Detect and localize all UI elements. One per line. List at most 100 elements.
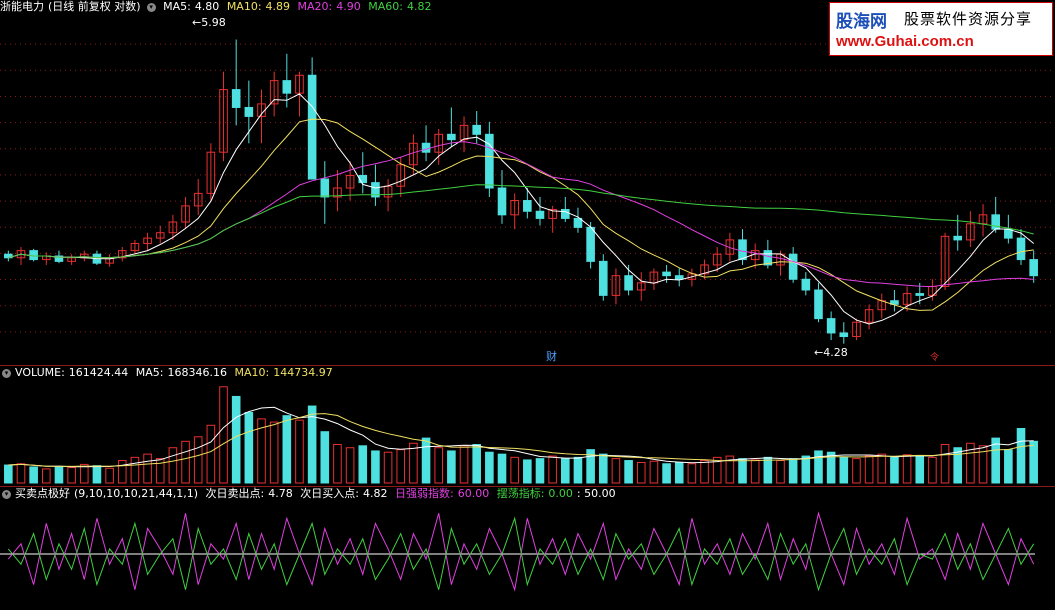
strength-value: 60.00	[457, 487, 490, 500]
oscillator-panel[interactable]: ▾ 买卖点极好 (9,10,10,10,21,44,1,1) 次日卖出点: 4.78 …	[0, 486, 1055, 610]
volume-bar	[67, 467, 76, 484]
volume-bar	[421, 437, 431, 484]
volume-bar	[573, 456, 583, 484]
volume-bar	[902, 454, 912, 484]
low-price-label: ←4.28	[814, 346, 848, 359]
volume-bar	[447, 450, 456, 484]
volume-legend: ▾ VOLUME: 161424.44 MA5: 168346.16 MA10: 144…	[0, 366, 337, 380]
indicator-name: 买卖点极好	[15, 487, 70, 500]
volume-bar	[662, 463, 671, 484]
volume-bar	[497, 453, 507, 484]
volume-bar	[396, 449, 406, 484]
circle-chevron-icon[interactable]: ▾	[2, 368, 11, 378]
volume-bar	[890, 456, 899, 484]
volume-bar	[1016, 427, 1026, 484]
high-price-label: ←5.98	[192, 16, 226, 29]
volume-bar	[928, 456, 937, 484]
volume-bar	[244, 411, 254, 484]
watermark-slogan: 股票软件资源分享	[904, 10, 1033, 28]
volume-bar	[687, 463, 697, 484]
candle-body	[915, 293, 925, 296]
volume-bar	[168, 447, 178, 484]
candle-body	[320, 178, 330, 198]
volume-bar	[839, 456, 849, 484]
watermark-url: www.Guhai.com.cn	[836, 33, 974, 50]
watermark-logo: 股海网 股票软件资源分享 www.Guhai.com.cn	[829, 2, 1053, 56]
volume-bar	[345, 447, 355, 484]
high-arrow-icon: ←	[192, 16, 202, 29]
oscillator-chart[interactable]	[0, 487, 1055, 610]
ma10-value: 4.89	[265, 0, 291, 13]
volume-bar	[320, 431, 330, 484]
volume-bar	[333, 444, 342, 484]
volume-bar	[181, 440, 190, 484]
volume-bar	[852, 458, 861, 484]
price-panel[interactable]: 浙能电力 (日线 前复权 对数) ▾ MA5: 4.80 MA10: 4.89 MA20…	[0, 0, 1055, 365]
circle-chevron-icon[interactable]: ▾	[2, 489, 11, 499]
ma10-label: MA10:	[226, 0, 262, 13]
event-marker-cai[interactable]: 财	[546, 348, 557, 364]
volume-bar	[636, 461, 646, 484]
candle-body	[421, 142, 431, 153]
volume-bar	[1029, 440, 1038, 484]
volume-bar	[105, 467, 114, 484]
candle-body	[826, 318, 836, 334]
low-arrow-icon: ←	[814, 346, 824, 359]
candle-body	[472, 124, 481, 135]
volume-bar	[738, 458, 747, 484]
volume-bar	[371, 450, 380, 484]
volume-bar	[92, 465, 102, 484]
ma20-line	[8, 141, 1034, 288]
volume-ma10-label: MA10:	[234, 366, 270, 379]
circle-chevron-icon[interactable]: ▾	[146, 2, 156, 12]
buy-value: 4.82	[362, 487, 388, 500]
volume-bar	[700, 460, 709, 484]
buy-label: 次日买入点:	[300, 487, 359, 500]
volume-ma5-line	[8, 406, 1034, 468]
volume-ma5-label: MA5:	[135, 366, 164, 379]
volume-bar	[624, 460, 633, 484]
candle-body	[29, 250, 38, 261]
volume-bar	[510, 456, 519, 484]
candle-body	[244, 106, 254, 117]
volume-bar	[219, 386, 228, 484]
event-marker-bottom[interactable]: 令	[930, 350, 939, 363]
candle-body	[801, 278, 811, 291]
volume-bar	[472, 444, 481, 484]
volume-bar	[206, 424, 216, 484]
candle-body	[573, 217, 583, 228]
volume-bar	[29, 466, 38, 484]
volume-chart[interactable]	[0, 366, 1055, 487]
strength-label: 日强弱指数:	[394, 487, 454, 500]
volume-bar	[535, 458, 545, 484]
oscillator-legend: ▾ 买卖点极好 (9,10,10,10,21,44,1,1) 次日卖出点: 4.78 …	[0, 487, 620, 501]
ma5-line	[8, 93, 1035, 325]
indicator-params: (9,10,10,10,21,44,1,1)	[74, 487, 199, 500]
candle-body	[814, 289, 823, 320]
price-legend: 浙能电力 (日线 前复权 对数) ▾ MA5: 4.80 MA10: 4.89 MA20…	[0, 0, 435, 14]
ma60-line	[8, 184, 1034, 259]
candle-body	[788, 253, 798, 280]
candle-body	[953, 235, 963, 241]
candle-body	[447, 133, 456, 141]
volume-bar	[485, 451, 494, 484]
candle-body	[738, 239, 747, 261]
candle-body	[624, 275, 633, 291]
volume-bar	[383, 451, 393, 484]
volume-bar	[16, 463, 26, 484]
volume-bar	[434, 447, 444, 484]
candle-body	[535, 210, 545, 219]
ma10-line	[8, 118, 1034, 311]
volume-bar	[130, 456, 140, 484]
volume-bar	[776, 460, 785, 484]
ma20-label: MA20:	[297, 0, 333, 13]
volume-bar	[143, 453, 152, 484]
ma60-value: 4.82	[406, 0, 432, 13]
volume-ma10-value: 144734.97	[273, 366, 333, 379]
candle-body	[598, 260, 608, 296]
candle-body	[674, 275, 684, 280]
mid-value: : 50.00	[576, 487, 616, 500]
volume-bar	[763, 456, 773, 484]
volume-panel[interactable]: ▾ VOLUME: 161424.44 MA5: 168346.16 MA10: 144…	[0, 365, 1055, 487]
swing-label: 摆荡指标:	[496, 487, 545, 500]
